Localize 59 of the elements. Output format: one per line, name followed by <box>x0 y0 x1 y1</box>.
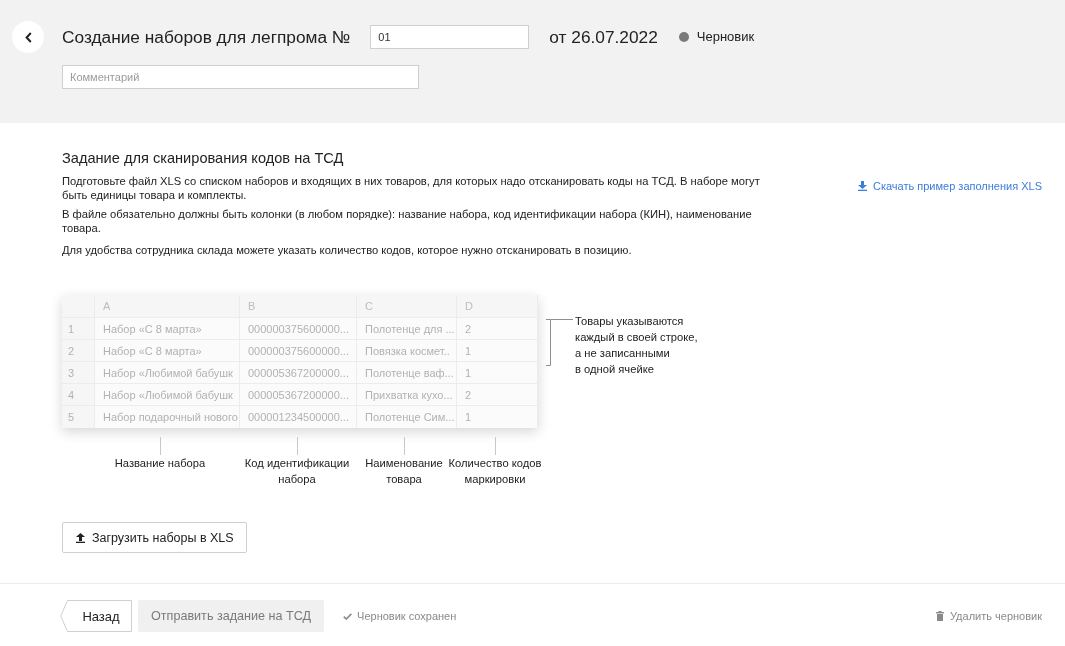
section-title: Задание для сканирования кодов на ТСД <box>62 149 345 168</box>
document-date: от 26.07.2022 <box>549 26 658 48</box>
trash-icon <box>936 611 944 621</box>
column-header: D <box>457 295 538 318</box>
row-number: 3 <box>62 362 95 384</box>
bracket-leader <box>546 319 573 366</box>
column-note: Название набора <box>114 456 206 471</box>
back-button[interactable] <box>12 21 44 53</box>
table-cell: Набор подарочный нового <box>95 406 240 428</box>
instruction-text: Для удобства сотрудника склада можете указать количество кодов, которое нужно отсканировать в позицию. <box>62 243 633 257</box>
table-cell: Набор «С 8 марта» <box>95 318 240 340</box>
column-note: Количество кодов маркировки <box>448 456 542 487</box>
table-cell: Полотенце Сим... <box>357 406 457 428</box>
upload-button[interactable]: Загрузить наборы в XLS <box>62 522 247 553</box>
table-cell: 2 <box>457 318 538 340</box>
table-cell: 000005367200000... <box>240 384 357 406</box>
check-icon <box>343 612 353 620</box>
table-cell: Прихватка кухо... <box>357 384 457 406</box>
table-cell: 1 <box>457 362 538 384</box>
row-number: 5 <box>62 406 95 428</box>
chevron-left-icon <box>24 31 32 43</box>
save-status: Черновик сохранен <box>357 610 457 622</box>
table-cell: 000000375600000... <box>240 318 357 340</box>
table-cell: Полотенце для ... <box>357 318 457 340</box>
table-cell: 000001234500000... <box>240 406 357 428</box>
column-note: Код идентификации набора <box>244 456 350 487</box>
status-label: Черновик <box>696 29 755 45</box>
column-header: B <box>240 295 357 318</box>
status-dot-icon <box>678 32 689 42</box>
leader-line <box>296 437 298 455</box>
column-header: A <box>95 295 240 318</box>
delete-draft-button[interactable]: Удалить черновик <box>936 610 1042 622</box>
table-cell: 1 <box>457 406 538 428</box>
table-cell: Набор «Любимой бабушк <box>95 384 240 406</box>
column-note: Наименование товара <box>365 456 443 487</box>
table-cell: Повязка космет.. <box>357 340 457 362</box>
comment-field[interactable]: Комментарий <box>62 65 419 89</box>
download-icon <box>858 181 867 191</box>
note-text: Товары указываются каждый в своей строке, а не записанными в одной ячейке <box>575 314 698 377</box>
instruction-text: Подготовьте файл XLS со списком наборов и входящих в них товаров, для которых надо отсканировать коды на ТСД. В наборе могут быть единицы товара и комплекты. <box>62 174 761 202</box>
table-cell: Набор «С 8 марта» <box>95 340 240 362</box>
table-cell: 000005367200000... <box>240 362 357 384</box>
table-cell: Полотенце ваф... <box>357 362 457 384</box>
row-number: 2 <box>62 340 95 362</box>
leader-line <box>403 437 405 455</box>
leader-line <box>494 437 496 455</box>
back-button[interactable]: Назад <box>60 600 132 632</box>
number-field[interactable]: 01 <box>370 25 530 49</box>
table-cell: 2 <box>457 384 538 406</box>
row-number: 4 <box>62 384 95 406</box>
leader-line <box>159 437 161 455</box>
instruction-text: В файле обязательно должны быть колонки (в любом порядке): название набора, код идентификации набора (КИН), наименование товара. <box>62 207 753 235</box>
table-cell: Набор «Любимой бабушк <box>95 362 240 384</box>
table-cell: 1 <box>457 340 538 362</box>
page-title: Создание наборов для легпрома № <box>62 26 351 48</box>
row-number: 1 <box>62 318 95 340</box>
upload-icon <box>76 532 85 543</box>
download-example-link[interactable]: Скачать пример заполнения XLS <box>858 179 1042 193</box>
table-cell: 000000375600000... <box>240 340 357 362</box>
